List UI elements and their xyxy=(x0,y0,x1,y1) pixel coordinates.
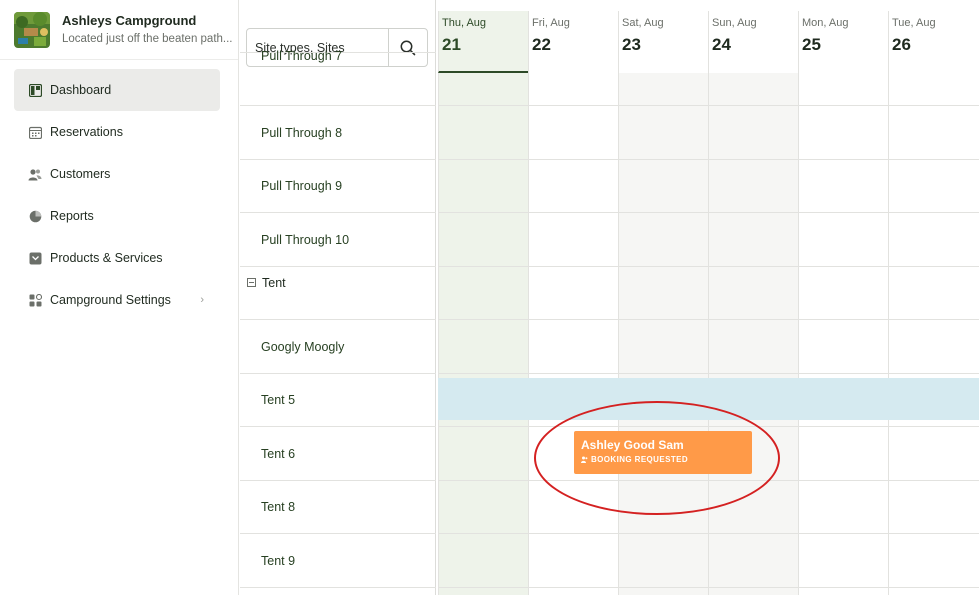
day-number: 24 xyxy=(712,35,731,54)
nav-reservations[interactable]: Reservations xyxy=(14,111,220,153)
day-label: Sun, Aug xyxy=(712,17,757,29)
row-divider xyxy=(438,480,979,481)
row-divider xyxy=(438,426,979,427)
day-column[interactable] xyxy=(888,73,979,595)
nav-products-services[interactable]: Products & Services xyxy=(14,237,220,279)
person-icon xyxy=(581,456,588,463)
day-column[interactable] xyxy=(438,73,528,595)
campground-name: Ashleys Campground xyxy=(62,12,197,28)
brand-header[interactable]: Ashleys Campground Located just off the … xyxy=(0,0,238,60)
collapse-icon[interactable] xyxy=(247,278,256,287)
site-label: Googly Moogly xyxy=(261,339,345,354)
nav-label: Reservations xyxy=(50,125,123,139)
main-nav: Dashboard Reservations Customers Reports… xyxy=(14,69,220,321)
grid-icon xyxy=(28,293,42,307)
box-icon xyxy=(28,251,42,265)
nav-customers[interactable]: Customers xyxy=(14,153,220,195)
day-label: Sat, Aug xyxy=(622,17,664,29)
nav-reports[interactable]: Reports xyxy=(14,195,220,237)
nav-label: Products & Services xyxy=(50,251,163,265)
day-header-26[interactable]: Tue, Aug 26 xyxy=(888,11,979,73)
booking-status-label: BOOKING REQUESTED xyxy=(591,455,689,464)
site-label: Tent 5 xyxy=(261,393,296,407)
campground-tagline: Located just off the beaten path... xyxy=(62,32,233,45)
row-divider xyxy=(438,105,979,106)
sidebar: Ashleys Campground Located just off the … xyxy=(0,0,239,595)
nav-label: Reports xyxy=(50,209,94,223)
booking-status: BOOKING REQUESTED xyxy=(581,455,745,464)
row-divider xyxy=(438,159,979,160)
row-divider xyxy=(438,587,979,588)
dashboard-icon xyxy=(28,83,42,97)
site-row-googly-moogly[interactable]: Googly Moogly xyxy=(240,319,436,373)
site-row-pull-through-7[interactable]: Pull Through 7 xyxy=(240,49,436,105)
site-label: Pull Through 9 xyxy=(261,179,343,193)
day-header-24[interactable]: Sun, Aug 24 xyxy=(708,11,798,73)
day-column[interactable] xyxy=(798,73,888,595)
day-column[interactable] xyxy=(528,73,618,595)
reservation-calendar: Thu, Aug 21 Fri, Aug 22 Sat, Aug 23 Sun,… xyxy=(438,0,979,595)
day-number: 22 xyxy=(532,35,551,54)
site-row-pull-through-8[interactable]: Pull Through 8 xyxy=(240,105,436,159)
booking-guest-name: Ashley Good Sam xyxy=(581,438,684,452)
day-number: 26 xyxy=(892,35,911,54)
site-row-partial xyxy=(240,587,436,595)
row-divider xyxy=(438,319,979,320)
site-label: Tent 8 xyxy=(261,500,296,514)
day-header-23[interactable]: Sat, Aug 23 xyxy=(618,11,708,73)
booking-ashley-good-sam[interactable]: Ashley Good Sam BOOKING REQUESTED xyxy=(574,431,752,474)
nav-dashboard[interactable]: Dashboard xyxy=(14,69,220,111)
site-label: Pull Through 8 xyxy=(261,125,343,140)
day-header-22[interactable]: Fri, Aug 22 xyxy=(528,11,618,73)
site-list-column: Pull Through 7 Pull Through 8 Pull Throu… xyxy=(240,0,436,595)
site-row-tent-9[interactable]: Tent 9 xyxy=(240,533,436,587)
tent-5-blocked-bar[interactable] xyxy=(438,378,979,420)
site-label: Tent 6 xyxy=(261,446,296,461)
row-divider xyxy=(438,212,979,213)
nav-label: Campground Settings xyxy=(50,293,171,307)
day-column[interactable] xyxy=(708,73,798,595)
row-divider xyxy=(438,373,979,374)
users-icon xyxy=(28,167,42,181)
nav-label: Dashboard xyxy=(50,83,112,97)
chevron-right-icon: › xyxy=(200,294,204,306)
day-number: 23 xyxy=(622,35,641,54)
site-row-tent-6[interactable]: Tent 6 xyxy=(240,426,436,480)
site-group-tent[interactable]: Tent xyxy=(240,266,436,319)
site-row-pull-through-10[interactable]: Pull Through 10 xyxy=(240,212,436,266)
site-row-tent-8[interactable]: Tent 8 xyxy=(240,480,436,533)
calendar-icon xyxy=(28,125,42,139)
nav-campground-settings[interactable]: Campground Settings › xyxy=(14,279,220,321)
pie-chart-icon xyxy=(28,209,42,223)
site-label: Tent 9 xyxy=(261,553,296,568)
day-label: Fri, Aug xyxy=(532,17,570,29)
day-label: Thu, Aug xyxy=(442,17,487,29)
nav-label: Customers xyxy=(50,167,111,181)
site-label: Pull Through 10 xyxy=(261,232,350,247)
day-column[interactable] xyxy=(618,73,708,595)
day-number: 21 xyxy=(442,35,461,54)
row-divider xyxy=(438,533,979,534)
site-row-pull-through-9[interactable]: Pull Through 9 xyxy=(240,159,436,212)
row-divider xyxy=(438,266,979,267)
day-label: Mon, Aug xyxy=(802,17,849,29)
site-label: Pull Through 7 xyxy=(261,49,343,63)
day-label: Tue, Aug xyxy=(892,17,936,29)
day-header-21[interactable]: Thu, Aug 21 xyxy=(438,11,528,73)
campground-logo xyxy=(14,11,50,48)
day-number: 25 xyxy=(802,35,821,54)
site-group-label: Tent xyxy=(262,276,286,290)
day-header-25[interactable]: Mon, Aug 25 xyxy=(798,11,888,73)
site-row-tent-5[interactable]: Tent 5 xyxy=(240,373,436,426)
